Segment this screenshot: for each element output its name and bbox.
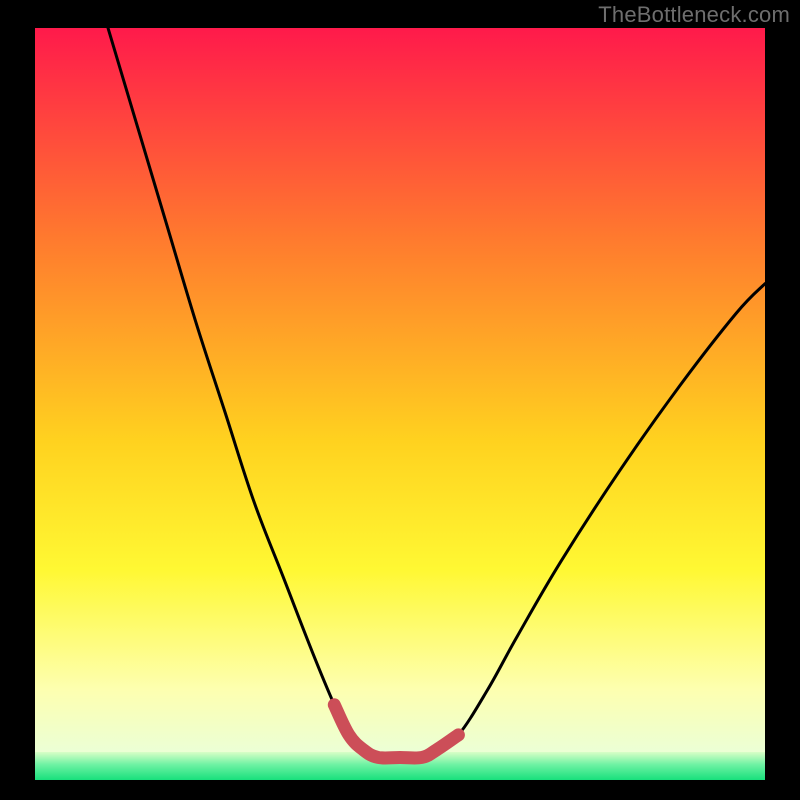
optimal-zone-highlight (334, 705, 458, 758)
bottleneck-curve (108, 28, 765, 758)
chart-curves (35, 28, 765, 780)
frame: TheBottleneck.com (0, 0, 800, 800)
watermark-text: TheBottleneck.com (598, 2, 790, 28)
plot-area (35, 28, 765, 780)
